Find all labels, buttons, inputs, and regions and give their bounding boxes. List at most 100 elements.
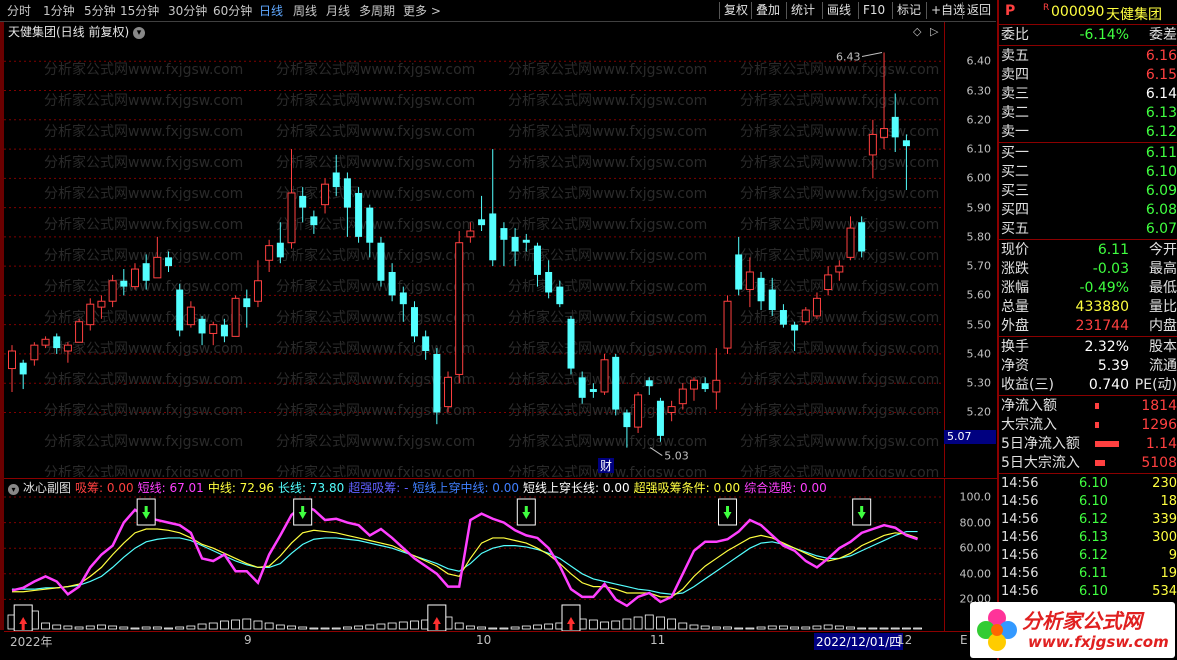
watermark-text: 分析家公式网www.fxjgsw.com [276,464,475,477]
toolbar-button-0[interactable]: 复权 [719,2,752,19]
tick-price: 6.13 [1079,530,1108,545]
quote-row-label: 收益(三) [1001,377,1054,393]
flow-row: 5日大宗流入 5108 [1001,454,1177,473]
tick-row: 14:56 6.12 9 [1001,547,1177,565]
chevron-down-icon[interactable]: ▾ [8,484,19,495]
indicator-bar [745,627,755,630]
indicator-bar [868,627,878,630]
finance-marker-text[interactable]: 财 [600,459,612,473]
indicator-bar [52,624,62,630]
candle-body [589,389,597,392]
quote-row: 买五 6.07 [1001,220,1177,239]
toolbar-button-4[interactable]: F10 [858,2,889,19]
chevron-right-icon[interactable]: ▷ [930,25,938,38]
candle-body [8,350,16,370]
period-tab-0[interactable]: 分时 [7,3,31,19]
candle-body [165,257,173,267]
indicator-bar [85,625,95,630]
indicator-bar [108,625,118,630]
candle-body [578,377,586,398]
candlestick-chart[interactable]: 分析家公式网www.fxjgsw.com 分析家公式网www.fxjgsw.com… [4,22,944,477]
indicator-bar [600,621,609,630]
price-tick-label: 5.70 [966,259,992,273]
period-tab-8[interactable]: 月线 [326,3,350,19]
panel-separator [999,473,1177,474]
watermark-text: 分析家公式网www.fxjgsw.com [276,61,475,78]
candle-body [120,280,128,287]
watermark-text: 分析家公式网www.fxjgsw.com [508,185,707,202]
quote-row-label: 卖四 [1001,67,1029,83]
quote-row: 买四 6.08 [1001,201,1177,220]
indicator-bar [275,624,285,630]
quote-row-label2: PE(动) [1134,377,1177,393]
indicator-bar [510,626,520,630]
diamond-icon[interactable]: ◇ [913,25,921,38]
tick-row: 14:56 6.10 534 [1001,583,1177,601]
quote-row-label: 换手 [1001,339,1029,355]
panel-separator [999,45,1177,46]
tick-volume: 339 [1152,512,1177,527]
indicator-bar [41,622,50,630]
watermark-text: 分析家公式网www.fxjgsw.com [508,123,707,140]
quote-row-value: 0.740 [1088,377,1129,393]
quote-row: 委比 -6.14% 委差 [1001,26,1177,45]
indicator-name[interactable]: 冰心副图 [23,481,71,495]
price-tick-label: 5.40 [966,347,992,361]
period-tab-6[interactable]: 日线 [259,3,283,19]
indicator-bar [454,622,464,630]
period-tab-10[interactable]: 更多 > [403,3,441,19]
candle [634,391,643,433]
candle [745,257,754,308]
indicator-tick-label: 60.00 [959,541,992,555]
toolbar-button-5[interactable]: 标记 [892,2,925,19]
candle-body [757,277,765,302]
period-tab-9[interactable]: 多周期 [359,3,395,19]
candle-body [846,227,855,258]
watermark-text: 分析家公式网www.fxjgsw.com [276,278,475,295]
indicator-bar [667,618,677,630]
indicator-legend: ▾ 冰心副图 吸筹: 0.00 短线: 67.01 中线: 72.96 长线: 73.80… [8,479,831,496]
indicator-bar [141,626,151,630]
chevron-down-icon[interactable]: ▾ [133,26,146,39]
candle [689,377,698,401]
period-tab-3[interactable]: 15分钟 [120,3,159,19]
toolbar-button-1[interactable]: 叠加 [751,2,784,19]
candle-body [276,242,284,258]
quote-row: 外盘 231744 内盘 [1001,317,1177,336]
indicator-bar [801,626,811,630]
tick-row: 14:56 6.12 339 [1001,511,1177,529]
quote-row-label: 卖二 [1001,105,1029,121]
quote-row-label2: 内盘 [1149,318,1177,334]
period-tab-7[interactable]: 周线 [293,3,317,19]
candle-body [198,318,206,334]
tick-time: 14:56 [1001,530,1039,545]
candle-body [868,133,877,156]
quote-row-value: 6.15 [1145,67,1177,83]
indicator-bar [656,616,665,630]
indicator-bar [97,624,106,630]
watermark-text: 分析家公式网www.fxjgsw.com [44,92,243,109]
indicator-bar [208,622,218,630]
period-tab-5[interactable]: 60分钟 [213,3,252,19]
indicator-bar [376,623,386,630]
period-tab-2[interactable]: 5分钟 [84,3,116,19]
indicator-legend-item: 长线: 73.80 [278,481,345,495]
toolbar-button-7[interactable]: 返回 [962,2,995,19]
period-tab-4[interactable]: 30分钟 [168,3,207,19]
watermark-text: 分析家公式网www.fxjgsw.com [44,371,243,388]
period-tab-1[interactable]: 1分钟 [43,3,75,19]
candle-body [656,400,664,436]
period-toolbar: 分时 1分钟 5分钟 15分钟 30分钟 60分钟 日线 周线 月线 多周期 更多 > 复权 叠加 统计画… [0,0,996,22]
toolbar-button-2[interactable]: 统计 [786,2,819,19]
candle [757,271,765,311]
candle-body [891,116,899,138]
toolbar-button-3[interactable]: 画线 [822,2,855,19]
indicator-legend-item: 短线: 67.01 [137,481,204,495]
flow-row: 净流入额 1814 [1001,397,1177,416]
indicator-chart[interactable] [4,478,944,631]
quote-row-label: 外盘 [1001,318,1029,334]
indicator-bar [723,626,732,630]
date-label: 10 [476,633,492,647]
indicator-bar [365,624,375,630]
quote-row: 涨幅 -0.49% 最低 [1001,279,1177,298]
